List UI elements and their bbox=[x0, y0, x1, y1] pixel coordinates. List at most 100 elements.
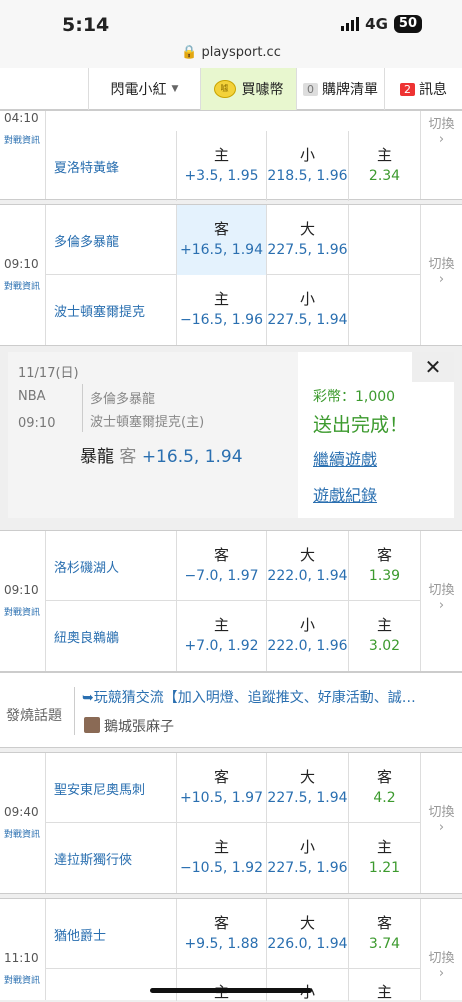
cart-button[interactable]: 0 購牌清單 bbox=[296, 68, 384, 110]
game-time: 09:40 bbox=[4, 805, 39, 819]
close-icon[interactable]: ✕ bbox=[412, 352, 454, 382]
submit-result: 送出完成！ bbox=[313, 414, 409, 436]
league-label: NBA bbox=[18, 389, 46, 404]
game-card: 09:10 對戰資訊 多倫多暴龍 客 +16.5, 1.94 大 227.5, 1.… bbox=[0, 204, 462, 346]
top-nav: 閃電小紅 ▼ 噱買噱幣 0 購牌清單 2 訊息 bbox=[0, 68, 462, 110]
team-name[interactable]: 聖安東尼奧馬刺 bbox=[54, 779, 145, 798]
home-indicator[interactable] bbox=[150, 988, 312, 993]
coin-icon: 噱 bbox=[213, 80, 236, 98]
hot-topic-author[interactable]: 鵝城張麻子 bbox=[104, 716, 174, 736]
team-row: 聖安東尼奧馬刺 客 +10.5, 1.97 大 227.5, 1.94 客 4.2 bbox=[46, 753, 420, 823]
moneyline-cell[interactable] bbox=[348, 275, 420, 345]
coin-balance: 彩幣：1,000 bbox=[313, 389, 396, 405]
spread-cell[interactable]: 主 bbox=[176, 969, 266, 1001]
game-card: 09:10 對戰資訊 洛杉磯湖人 客 −7.0, 1.97 大 222.0, 1.9… bbox=[0, 530, 462, 672]
chevron-right-icon: › bbox=[438, 272, 445, 287]
game-time: 11:10 bbox=[4, 951, 39, 965]
match-info-link[interactable]: 對戰資訊 bbox=[4, 973, 40, 986]
status-bar: 5:14 4G 50 bbox=[0, 0, 462, 40]
spread-cell[interactable]: 主 +7.0, 1.92 bbox=[176, 601, 266, 671]
team-row: 紐奧良鵜鶘 主 +7.0, 1.92 小 222.0, 1.96 主 3.02 bbox=[46, 601, 420, 671]
spread-cell[interactable]: 主 −10.5, 1.92 bbox=[176, 823, 266, 893]
spread-cell[interactable]: 客 +9.5, 1.88 bbox=[176, 899, 266, 969]
moneyline-cell[interactable]: 主 2.34 bbox=[348, 131, 420, 201]
total-cell[interactable]: 小 227.5, 1.94 bbox=[266, 275, 348, 345]
moneyline-cell[interactable]: 客 1.39 bbox=[348, 531, 420, 601]
game-date: 11/17(日) bbox=[18, 366, 79, 381]
match-info-link[interactable]: 對戰資訊 bbox=[4, 827, 40, 840]
team-row: 波士頓塞爾提克 主 −16.5, 1.96 小 227.5, 1.94 bbox=[46, 275, 420, 345]
match-info-link[interactable]: 對戰資訊 bbox=[4, 279, 40, 292]
moneyline-cell[interactable]: 主 bbox=[348, 969, 420, 1001]
message-count: 2 bbox=[400, 82, 415, 96]
team-row: 洛杉磯湖人 客 −7.0, 1.97 大 222.0, 1.94 客 1.39 bbox=[46, 531, 420, 601]
game-time: 09:10 bbox=[4, 257, 39, 271]
match-info-link[interactable]: 對戰資訊 bbox=[4, 605, 40, 618]
total-cell[interactable]: 小 bbox=[266, 969, 348, 1001]
total-cell[interactable]: 大 222.0, 1.94 bbox=[266, 531, 348, 601]
battery-icon: 50 bbox=[393, 15, 422, 33]
chevron-right-icon: › bbox=[438, 820, 445, 835]
team-row: 多倫多暴龍 客 +16.5, 1.94 大 227.5, 1.96 bbox=[46, 205, 420, 275]
user-menu[interactable]: 閃電小紅 ▼ bbox=[88, 68, 200, 110]
clock: 5:14 bbox=[62, 14, 110, 36]
spread-cell[interactable]: 客 −7.0, 1.97 bbox=[176, 531, 266, 601]
messages-button[interactable]: 2 訊息 bbox=[384, 68, 462, 110]
chevron-right-icon: › bbox=[438, 132, 445, 147]
spread-cell[interactable]: 主 +3.5, 1.95 bbox=[176, 131, 266, 201]
total-cell[interactable]: 小 218.5, 1.96 bbox=[266, 131, 348, 201]
game-time: 09:10 bbox=[18, 416, 56, 431]
game-history-link[interactable]: 遊戲紀錄 bbox=[313, 482, 377, 506]
moneyline-cell[interactable]: 主 1.21 bbox=[348, 823, 420, 893]
moneyline-cell[interactable]: 客 4.2 bbox=[348, 753, 420, 823]
team-name[interactable]: 夏洛特黃蜂 bbox=[54, 157, 119, 176]
hot-topic-title[interactable]: ➥玩競猜交流【加入明燈、追蹤推文、好康活動、誠… bbox=[82, 687, 416, 707]
team2-label: 波士頓塞爾提克(主) bbox=[90, 415, 205, 430]
chevron-down-icon: ▼ bbox=[171, 84, 179, 94]
divider bbox=[82, 384, 83, 432]
game-card: 04:10 對戰資訊 夏洛特黃蜂 主 +3.5, 1.95 小 218.5, 1.9… bbox=[0, 110, 462, 201]
team-name[interactable]: 波士頓塞爾提克 bbox=[54, 301, 145, 320]
team-row: 猶他爵士 客 +9.5, 1.88 大 226.0, 1.94 客 3.74 bbox=[46, 899, 420, 969]
total-cell[interactable]: 大 227.5, 1.96 bbox=[266, 205, 348, 275]
lock-icon: 🔒 bbox=[181, 45, 198, 60]
spread-cell-selected[interactable]: 客 +16.5, 1.94 bbox=[176, 205, 266, 275]
team-name[interactable]: 洛杉磯湖人 bbox=[54, 557, 119, 576]
pick-summary: 暴龍 客 +16.5, 1.94 bbox=[80, 447, 243, 467]
match-info-link[interactable]: 對戰資訊 bbox=[4, 133, 40, 146]
messages-label: 訊息 bbox=[419, 82, 447, 98]
spread-cell[interactable]: 主 −16.5, 1.96 bbox=[176, 275, 266, 345]
team-name[interactable]: 達拉斯獨行俠 bbox=[54, 849, 132, 868]
game-time: 09:10 bbox=[4, 583, 39, 597]
total-cell[interactable]: 小 222.0, 1.96 bbox=[266, 601, 348, 671]
cart-count: 0 bbox=[303, 82, 318, 96]
switch-button[interactable]: 切換 › bbox=[420, 753, 462, 893]
avatar bbox=[84, 717, 100, 733]
switch-button[interactable]: 切換 › bbox=[420, 531, 462, 671]
buy-coin-label: 買噱幣 bbox=[241, 82, 284, 98]
team-name[interactable]: 紐奧良鵜鶘 bbox=[54, 627, 119, 646]
team-name[interactable]: 多倫多暴龍 bbox=[54, 231, 119, 250]
total-cell[interactable]: 大 226.0, 1.94 bbox=[266, 899, 348, 969]
buy-coin-button[interactable]: 噱買噱幣 bbox=[200, 68, 296, 110]
game-time: 04:10 bbox=[4, 111, 39, 125]
chevron-right-icon: › bbox=[438, 598, 445, 613]
switch-button[interactable]: 切換 › bbox=[420, 899, 462, 1000]
bet-ticket: 11/17(日) NBA 09:10 多倫多暴龍 波士頓塞爾提克(主) 暴龍 客… bbox=[8, 352, 298, 518]
team-row: 夏洛特黃蜂 主 +3.5, 1.95 小 218.5, 1.96 主 2.34 bbox=[46, 131, 420, 201]
network-label: 4G bbox=[365, 15, 388, 33]
moneyline-cell[interactable]: 主 3.02 bbox=[348, 601, 420, 671]
team-name[interactable]: 猶他爵士 bbox=[54, 925, 106, 944]
hot-topic-banner[interactable]: 發燒話題 ➥玩競猜交流【加入明燈、追蹤推文、好康活動、誠… 鵝城張麻子 bbox=[0, 672, 462, 748]
continue-game-link[interactable]: 繼續遊戲 bbox=[313, 446, 377, 470]
total-cell[interactable]: 大 227.5, 1.94 bbox=[266, 753, 348, 823]
moneyline-cell[interactable] bbox=[348, 205, 420, 275]
moneyline-cell[interactable]: 客 3.74 bbox=[348, 899, 420, 969]
game-card: 11:10 對戰資訊 猶他爵士 客 +9.5, 1.88 大 226.0, 1.94… bbox=[0, 898, 462, 1001]
address-bar[interactable]: 🔒 playsport.cc bbox=[0, 40, 462, 68]
switch-button[interactable]: 切換 › bbox=[420, 205, 462, 345]
switch-button[interactable]: 切換 › bbox=[420, 111, 462, 199]
total-cell[interactable]: 小 227.5, 1.96 bbox=[266, 823, 348, 893]
spread-cell[interactable]: 客 +10.5, 1.97 bbox=[176, 753, 266, 823]
user-name: 閃電小紅 bbox=[110, 82, 167, 98]
